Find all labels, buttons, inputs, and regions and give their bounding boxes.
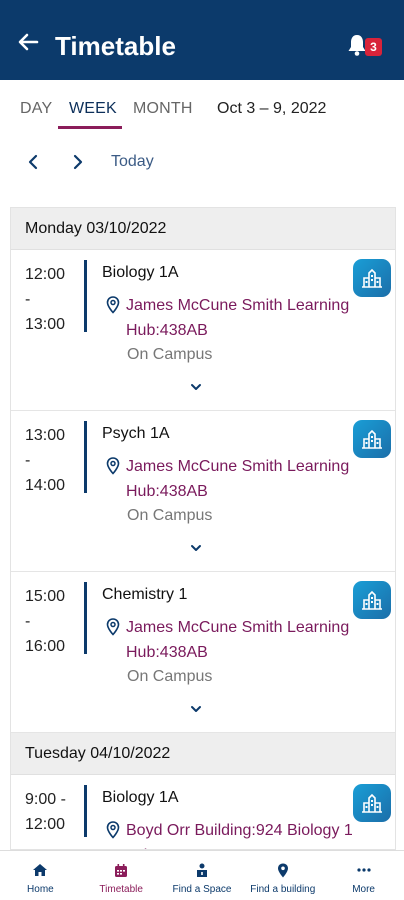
- event-course: Biology 1A: [102, 789, 179, 806]
- building-icon: [362, 590, 382, 610]
- nav-find-a-space[interactable]: Find a Space: [162, 851, 243, 900]
- nav-more[interactable]: More: [323, 851, 404, 900]
- map-pin-icon: [277, 863, 288, 877]
- tab-month[interactable]: MONTH: [133, 100, 193, 118]
- expand-event-button[interactable]: [187, 380, 205, 394]
- more-dots-icon: [356, 868, 371, 872]
- today-button[interactable]: Today: [111, 153, 154, 171]
- calendar-icon: [115, 863, 128, 877]
- event-time: 13:00 - 14:00: [25, 423, 73, 498]
- tab-week[interactable]: WEEK: [69, 100, 117, 118]
- location-pin-icon: [106, 821, 120, 839]
- event-end-time: 14:00: [25, 477, 66, 494]
- event-mode: On Campus: [127, 507, 213, 524]
- event-time-bar: [84, 582, 87, 654]
- location-pin-icon: [106, 296, 120, 314]
- chevron-down-icon: [191, 706, 201, 712]
- nav-more-label: More: [352, 884, 375, 895]
- event-end-time: 16:00: [25, 638, 66, 655]
- event-course: Biology 1A: [102, 264, 179, 281]
- event-location-link[interactable]: James McCune Smith Learning Hub:438AB: [126, 454, 366, 504]
- view-tabs: DAY WEEK MONTH: [0, 90, 404, 130]
- event-time-dash: -: [25, 291, 31, 308]
- event-time-bar: [84, 260, 87, 332]
- nav-find-a-space-label: Find a Space: [172, 884, 232, 895]
- event-course: Psych 1A: [102, 425, 170, 442]
- bottom-navigation: Home Timetable Find a Space Find a build…: [0, 850, 404, 900]
- arrow-left-icon: [18, 33, 39, 51]
- location-pin-icon: [106, 618, 120, 636]
- event-mode: On Campus: [127, 346, 213, 363]
- event-card[interactable]: 9:00 - 12:00 Biology 1A Boyd Orr Buildin…: [11, 775, 395, 849]
- building-icon: [362, 268, 382, 288]
- active-tab-indicator: [58, 126, 122, 129]
- day-header: Monday 03/10/2022: [11, 208, 395, 250]
- event-mode: On Campus: [127, 668, 213, 685]
- event-card[interactable]: 12:00 - 13:00 Biology 1A James McCune Sm…: [11, 250, 395, 411]
- building-map-button[interactable]: [353, 581, 391, 619]
- event-time-bar: [84, 785, 87, 837]
- event-time-dash: -: [25, 452, 31, 469]
- event-time-bar: [84, 421, 87, 493]
- event-location-link[interactable]: James McCune Smith Learning Hub:438AB: [126, 293, 366, 343]
- chevron-right-icon: [73, 154, 83, 170]
- app-bar: Timetable 3: [0, 0, 404, 80]
- event-time: 12:00 - 13:00: [25, 262, 73, 337]
- building-icon: [362, 429, 382, 449]
- event-start-time: 9:00 -: [25, 791, 66, 808]
- event-time-dash: -: [25, 613, 31, 630]
- event-start-time: 12:00: [25, 266, 66, 283]
- home-icon: [33, 864, 48, 876]
- nav-home[interactable]: Home: [0, 851, 81, 900]
- person-desk-icon: [196, 863, 207, 877]
- location-pin-icon: [106, 457, 120, 475]
- event-course: Chemistry 1: [102, 586, 188, 603]
- event-time: 15:00 - 16:00: [25, 584, 73, 659]
- event-start-time: 13:00: [25, 427, 66, 444]
- event-end-time: 13:00: [25, 316, 66, 333]
- event-location-link[interactable]: Boyd Orr Building:924 Biology 1 Lab: [126, 818, 366, 849]
- previous-week-button[interactable]: [21, 149, 45, 175]
- notification-badge: 3: [365, 38, 382, 56]
- expand-event-button[interactable]: [187, 702, 205, 716]
- date-range: Oct 3 – 9, 2022: [217, 100, 327, 117]
- event-end-time: 12:00: [25, 816, 66, 833]
- nav-timetable-label: Timetable: [99, 884, 143, 895]
- timetable-list[interactable]: Monday 03/10/2022 12:00 - 13:00 Biology …: [10, 207, 396, 850]
- nav-find-a-building-label: Find a building: [250, 884, 316, 895]
- page-title: Timetable: [55, 31, 176, 61]
- building-icon: [362, 793, 382, 813]
- nav-home-label: Home: [27, 884, 54, 895]
- next-week-button[interactable]: [66, 149, 90, 175]
- event-start-time: 15:00: [25, 588, 66, 605]
- chevron-down-icon: [191, 384, 201, 390]
- event-card[interactable]: 15:00 - 16:00 Chemistry 1 James McCune S…: [11, 572, 395, 733]
- back-button[interactable]: [14, 28, 42, 56]
- nav-timetable[interactable]: Timetable: [81, 851, 162, 900]
- day-header: Tuesday 04/10/2022: [11, 733, 395, 775]
- tab-day[interactable]: DAY: [20, 100, 52, 118]
- chevron-down-icon: [191, 545, 201, 551]
- week-navigation: Today: [0, 145, 404, 181]
- event-card[interactable]: 13:00 - 14:00 Psych 1A James McCune Smit…: [11, 411, 395, 572]
- nav-find-a-building[interactable]: Find a building: [242, 851, 323, 900]
- expand-event-button[interactable]: [187, 541, 205, 555]
- building-map-button[interactable]: [353, 420, 391, 458]
- chevron-left-icon: [28, 154, 38, 170]
- building-map-button[interactable]: [353, 259, 391, 297]
- event-time: 9:00 - 12:00: [25, 787, 73, 837]
- building-map-button[interactable]: [353, 784, 391, 822]
- event-location-link[interactable]: James McCune Smith Learning Hub:438AB: [126, 615, 366, 665]
